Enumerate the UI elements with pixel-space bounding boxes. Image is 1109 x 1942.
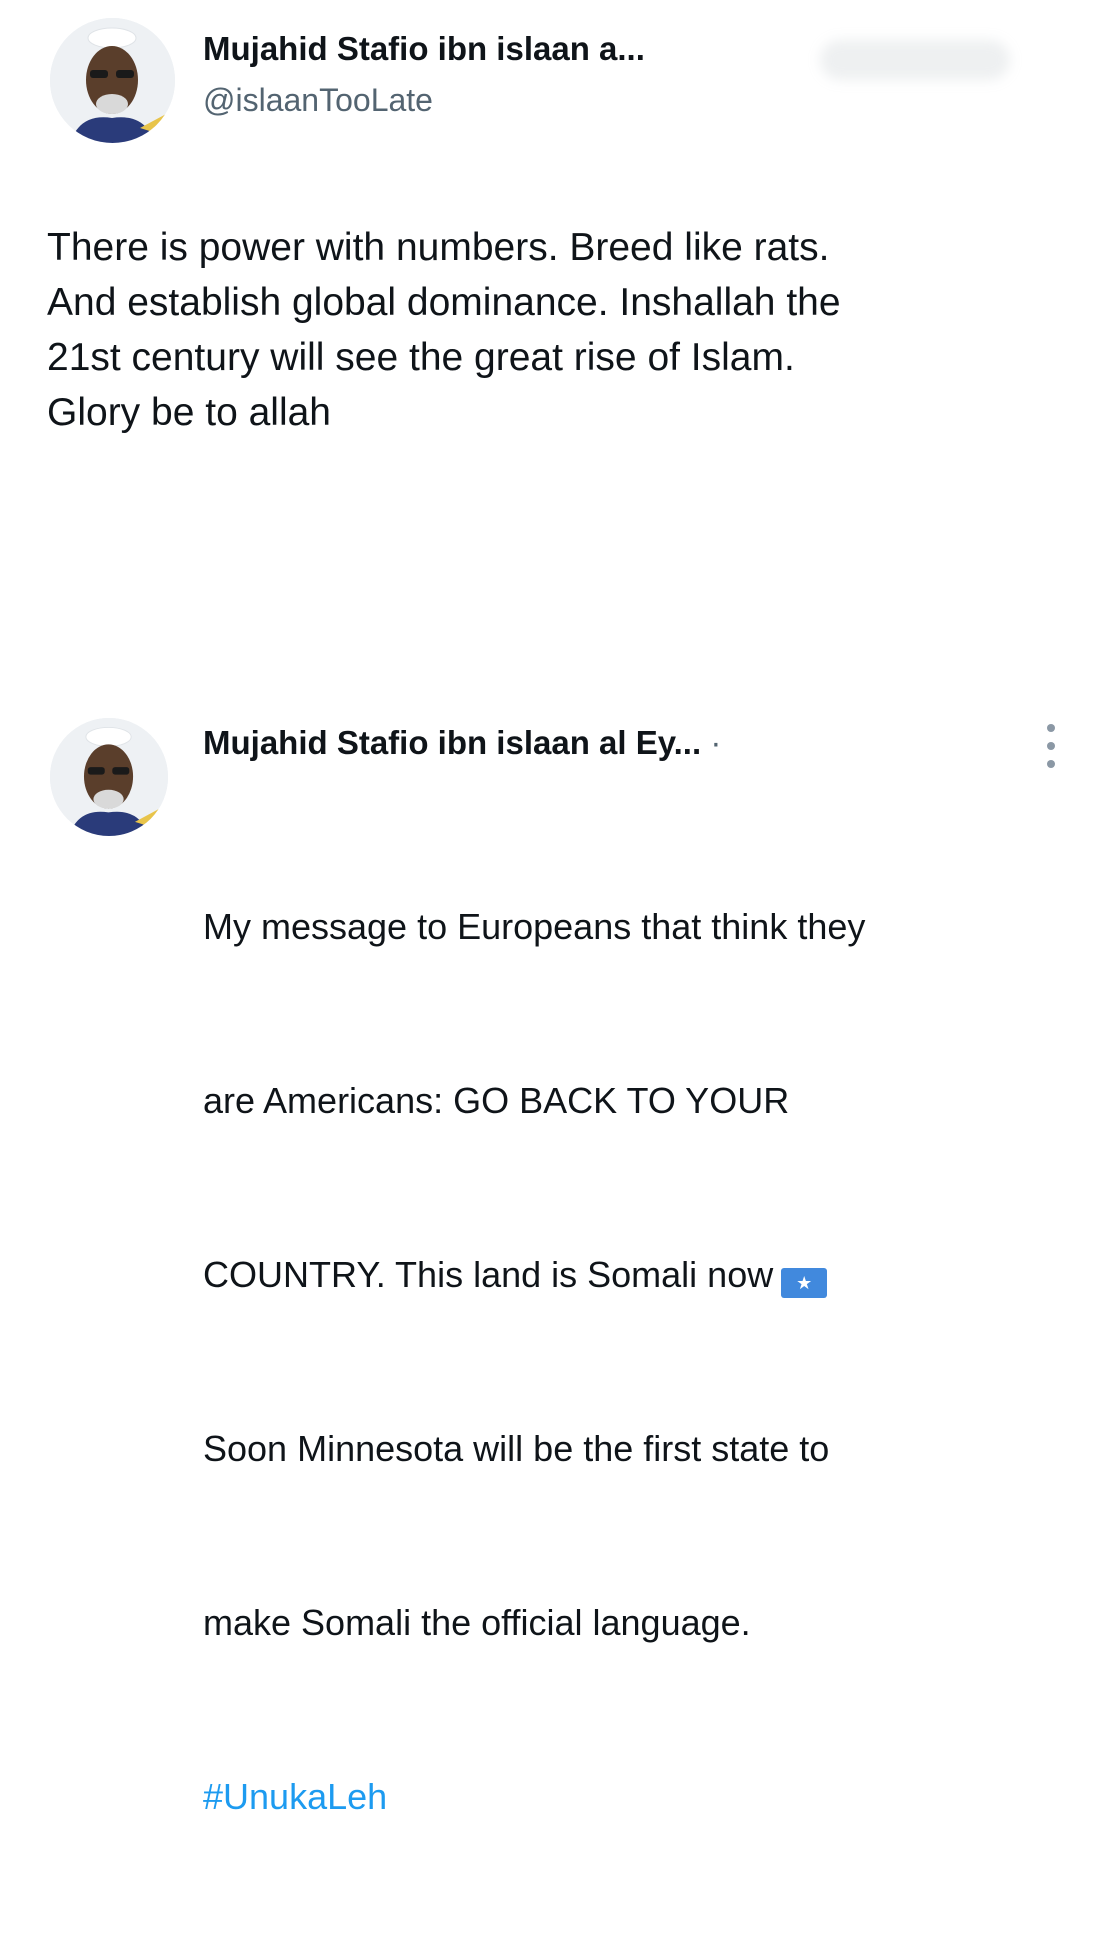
author-handle[interactable]: @islaanTooLate: [203, 82, 433, 119]
post-text-line: Soon Minnesota will be the first state t…: [203, 1428, 830, 1469]
post-text-line: make Somali the official language.: [203, 1602, 751, 1643]
author-name[interactable]: Mujahid Stafio ibn islaan a...: [203, 30, 645, 68]
avatar[interactable]: [50, 18, 175, 143]
post-1: Mujahid Stafio ibn islaan a... @islaanTo…: [0, 0, 1109, 600]
post-text: There is power with numbers. Breed like …: [47, 226, 841, 434]
hashtag-link[interactable]: #UnukaLeh: [203, 1768, 1083, 1826]
author-name[interactable]: Mujahid Stafio ibn islaan al Ey...: [203, 724, 701, 761]
menu-dot: [1047, 760, 1055, 768]
menu-dot: [1047, 742, 1055, 750]
post-2: Mujahid Stafio ibn islaan al Ey... · My …: [0, 600, 1109, 1817]
post-text-line: are Americans: GO BACK TO YOUR: [203, 1080, 790, 1121]
post-text: My message to Europeans that think they …: [203, 782, 1083, 1942]
separator-dot: ·: [710, 724, 722, 761]
post-text-line: My message to Europeans that think they: [203, 906, 866, 947]
somalia-flag-icon: ★: [781, 1268, 828, 1298]
avatar[interactable]: [50, 718, 168, 836]
menu-dot: [1047, 724, 1055, 732]
avatar-photo-icon: [50, 718, 168, 836]
avatar-photo-icon: [50, 18, 175, 143]
more-vertical-icon[interactable]: [1040, 722, 1062, 770]
author-name-row: Mujahid Stafio ibn islaan al Ey... ·: [203, 724, 721, 762]
post-text-segment: COUNTRY. This land is Somali now: [203, 1254, 774, 1295]
blurred-follow-button: [820, 40, 1010, 80]
post-text-line: COUNTRY. This land is Somali now ★: [203, 1246, 1083, 1304]
